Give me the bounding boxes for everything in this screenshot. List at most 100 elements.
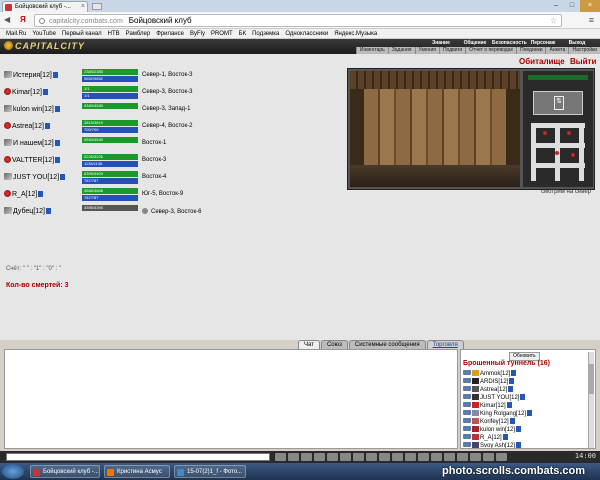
info-icon[interactable] bbox=[516, 426, 522, 432]
submenu-settings[interactable]: Настройки bbox=[568, 47, 600, 54]
private-message-icon[interactable] bbox=[463, 378, 471, 383]
submenu-fights[interactable]: Поединки bbox=[515, 47, 546, 54]
player-name[interactable]: Истерия[12] bbox=[4, 71, 58, 79]
online-user-name[interactable]: Kimar bbox=[480, 403, 496, 409]
online-user[interactable]: R_A[12] bbox=[463, 434, 532, 442]
menu-exit[interactable]: Выход bbox=[560, 39, 594, 47]
player-nick[interactable]: JUST YOU bbox=[13, 174, 47, 181]
chat-input[interactable] bbox=[6, 453, 270, 461]
player-nick[interactable]: VALTTER bbox=[12, 157, 42, 164]
url-input[interactable]: capitalcity.combats.com Бойцовский клуб … bbox=[34, 14, 562, 27]
bookmark-item[interactable]: БК bbox=[239, 29, 246, 38]
sound-icon[interactable] bbox=[314, 453, 325, 461]
help-icon[interactable] bbox=[405, 453, 416, 461]
bookmark-item[interactable]: Подземка bbox=[252, 29, 279, 38]
info-icon[interactable] bbox=[509, 418, 515, 424]
online-user-name[interactable]: kulon win bbox=[480, 427, 505, 433]
info-icon[interactable] bbox=[42, 89, 48, 95]
back-icon[interactable]: ◀ bbox=[4, 15, 10, 24]
bookmark-item[interactable]: Mail.Ru bbox=[6, 29, 26, 38]
browser-menu-icon[interactable]: ≡ bbox=[589, 15, 594, 25]
menu-security[interactable]: Безопасность bbox=[492, 39, 527, 47]
submenu-profile[interactable]: Анкета bbox=[545, 47, 568, 54]
yandex-logo-icon[interactable]: Я bbox=[20, 15, 26, 24]
map-icon[interactable] bbox=[418, 453, 429, 461]
compass-control[interactable]: ⇅ bbox=[533, 91, 583, 115]
tab-union[interactable]: Союз bbox=[320, 340, 348, 349]
settings-icon[interactable] bbox=[392, 453, 403, 461]
scrollbar-thumb[interactable] bbox=[589, 364, 594, 394]
private-icon[interactable] bbox=[340, 453, 351, 461]
bookmark-item[interactable]: Яндекс.Музыка bbox=[334, 29, 377, 38]
friends-icon[interactable] bbox=[470, 453, 481, 461]
online-user[interactable]: JUST YOU[12] bbox=[463, 394, 532, 402]
bookmark-star-icon[interactable]: ☆ bbox=[550, 15, 557, 27]
chat-log[interactable] bbox=[4, 349, 458, 449]
bookmark-item[interactable]: Фрилансе bbox=[156, 29, 184, 38]
online-user-name[interactable]: Ammok bbox=[480, 371, 500, 377]
info-icon[interactable] bbox=[508, 386, 514, 392]
translit-icon[interactable] bbox=[327, 453, 338, 461]
tab-trade[interactable]: Торговля bbox=[426, 340, 464, 349]
player-name[interactable]: VALTTER[12] bbox=[4, 156, 61, 164]
player-nick[interactable]: Astrea bbox=[12, 123, 32, 130]
info-icon[interactable] bbox=[46, 208, 51, 214]
new-tab-button[interactable] bbox=[92, 3, 102, 10]
info-icon[interactable] bbox=[44, 123, 50, 129]
online-user-name[interactable]: King Rolgang bbox=[480, 411, 516, 417]
private-message-icon[interactable] bbox=[463, 402, 471, 407]
private-message-icon[interactable] bbox=[463, 426, 471, 431]
online-user-name[interactable]: R_A bbox=[480, 435, 492, 441]
player-name[interactable]: Дубец[12] bbox=[4, 207, 51, 215]
private-message-icon[interactable] bbox=[463, 370, 471, 375]
online-user-name[interactable]: Svoy Ash bbox=[480, 443, 505, 448]
game-logo[interactable]: CAPITALCITY bbox=[4, 41, 85, 52]
bookmark-item[interactable]: Рамблер bbox=[126, 29, 151, 38]
private-message-icon[interactable] bbox=[463, 418, 471, 423]
player-name[interactable]: kulon win[12] bbox=[4, 105, 60, 113]
menu-character[interactable]: Персонаж bbox=[526, 39, 560, 47]
clan-icon[interactable] bbox=[483, 453, 494, 461]
online-user[interactable]: Svoy Ash[12] bbox=[463, 442, 532, 448]
submenu-inventory[interactable]: Инвентарь bbox=[355, 47, 388, 54]
info-icon[interactable] bbox=[55, 157, 61, 163]
filter-icon[interactable] bbox=[301, 453, 312, 461]
site-info-icon[interactable] bbox=[39, 18, 45, 24]
first-person-view[interactable] bbox=[350, 71, 520, 187]
send-icon[interactable] bbox=[366, 453, 377, 461]
exit-button[interactable]: Выйти bbox=[570, 57, 596, 66]
exit-icon[interactable] bbox=[496, 453, 507, 461]
player-nick[interactable]: Дубец bbox=[13, 208, 33, 215]
submenu-skills[interactable]: Умения bbox=[414, 47, 439, 54]
menu-communication[interactable]: Общение bbox=[458, 39, 492, 47]
taskbar-item-browser[interactable]: Бойцовский клуб -... bbox=[30, 465, 100, 478]
online-user[interactable]: Korifey[12] bbox=[463, 418, 532, 426]
tab-chat[interactable]: Чат bbox=[298, 340, 320, 349]
maximize-icon[interactable]: □ bbox=[564, 0, 580, 12]
info-icon[interactable] bbox=[38, 191, 44, 197]
tab-system-messages[interactable]: Системные сообщения bbox=[348, 340, 426, 349]
taskbar-item-photo[interactable]: 15-07(2)1_f - Фото... bbox=[174, 465, 246, 478]
online-user[interactable]: ARDIS[12] bbox=[463, 378, 532, 386]
private-message-icon[interactable] bbox=[463, 386, 471, 391]
online-user-name[interactable]: Astrea bbox=[480, 387, 497, 393]
private-message-icon[interactable] bbox=[463, 434, 471, 439]
player-name[interactable]: R_A[12] bbox=[4, 190, 44, 198]
private-message-icon[interactable] bbox=[463, 394, 471, 399]
menu-knowledge[interactable]: Знание bbox=[424, 39, 458, 47]
online-user[interactable]: King Rolgang[12] bbox=[463, 410, 533, 418]
bookmark-item[interactable]: Первый канал bbox=[62, 29, 102, 38]
notes-icon[interactable] bbox=[379, 453, 390, 461]
player-nick[interactable]: Истерия bbox=[13, 72, 40, 79]
info-icon[interactable] bbox=[527, 410, 533, 416]
info-icon[interactable] bbox=[516, 442, 522, 448]
player-name[interactable]: JUST YOU[12] bbox=[4, 173, 66, 181]
player-name[interactable]: Kimar[12] bbox=[4, 88, 48, 96]
private-message-icon[interactable] bbox=[463, 410, 471, 415]
fight-icon[interactable] bbox=[457, 453, 468, 461]
bookmark-item[interactable]: ByFly bbox=[190, 29, 205, 38]
info-icon[interactable] bbox=[502, 434, 508, 440]
info-icon[interactable] bbox=[506, 402, 512, 408]
close-window-icon[interactable]: × bbox=[580, 0, 600, 12]
player-nick[interactable]: Kimar bbox=[12, 89, 30, 96]
